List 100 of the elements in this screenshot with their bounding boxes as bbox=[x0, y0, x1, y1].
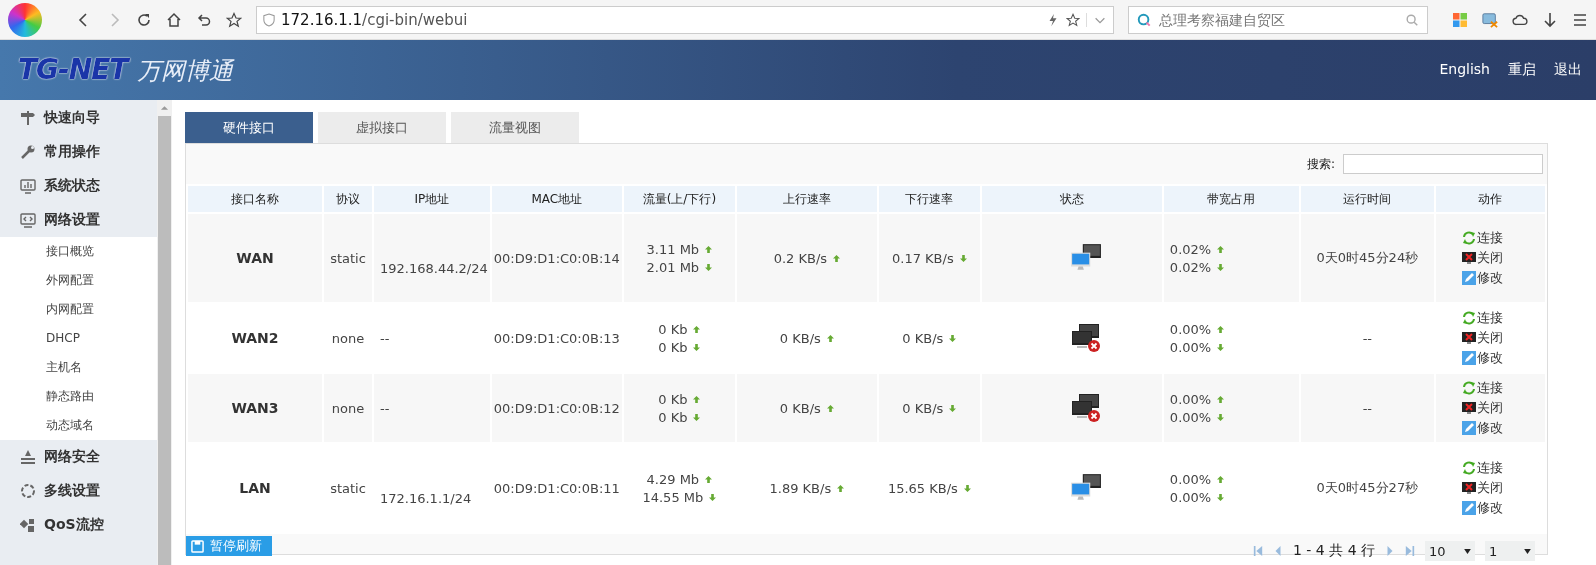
menu-item[interactable]: QoS流控 bbox=[0, 508, 157, 542]
monitor-x-icon bbox=[1461, 401, 1476, 415]
traffic-value: 14.55 Mb bbox=[642, 489, 704, 505]
close-link[interactable]: 关闭 bbox=[1461, 249, 1543, 267]
tab[interactable]: 流量视图 bbox=[451, 112, 579, 143]
close-link[interactable]: 关闭 bbox=[1461, 479, 1543, 497]
rate-value: 1.89 KB/s bbox=[769, 480, 832, 496]
page-size-select[interactable]: 10 bbox=[1425, 541, 1475, 561]
table-cell: -- bbox=[373, 373, 491, 443]
menu-item[interactable]: 多线设置 bbox=[0, 474, 157, 508]
search-icon[interactable] bbox=[1405, 12, 1419, 27]
submenu-item[interactable]: 接口概览 bbox=[0, 237, 157, 266]
traffic-value: 3.11 Mb bbox=[646, 241, 700, 257]
table-cell: 00:D9:D1:C0:0B:11 bbox=[490, 443, 623, 533]
menu-item[interactable]: 网络设置 bbox=[0, 203, 157, 237]
search-field[interactable] bbox=[1343, 154, 1543, 174]
url-path: /cgi-bin/webui bbox=[362, 10, 468, 29]
close-link[interactable]: 关闭 bbox=[1461, 399, 1543, 417]
wrench-icon bbox=[20, 144, 36, 160]
browser-logo-icon[interactable] bbox=[8, 2, 42, 37]
address-bar[interactable]: 172.16.1.1/cgi-bin/webui bbox=[256, 5, 1114, 34]
home-icon[interactable] bbox=[166, 11, 182, 28]
column-header: 接口名称 bbox=[187, 185, 323, 213]
up-arrow-icon bbox=[837, 484, 845, 492]
submenu-item[interactable]: 外网配置 bbox=[0, 266, 157, 295]
rate-value: 15.65 KB/s bbox=[887, 480, 958, 496]
last-page-icon[interactable] bbox=[1405, 545, 1415, 557]
down-arrow-icon bbox=[1217, 493, 1225, 501]
close-link[interactable]: 关闭 bbox=[1461, 329, 1543, 347]
refresh-icon bbox=[1461, 461, 1476, 475]
table-cell: none bbox=[323, 373, 373, 443]
submenu-item[interactable]: 主机名 bbox=[0, 353, 157, 382]
dropdown-icon[interactable] bbox=[1086, 12, 1107, 27]
page-select[interactable]: 1 bbox=[1485, 541, 1535, 561]
connect-link[interactable]: 连接 bbox=[1461, 379, 1543, 397]
edit-link[interactable]: 修改 bbox=[1461, 349, 1543, 367]
submenu-item[interactable]: 动态域名 bbox=[0, 411, 157, 440]
rate-value: 0 KB/s bbox=[902, 400, 944, 416]
bandwidth-value: 0.00% bbox=[1169, 321, 1212, 337]
scrollbar[interactable] bbox=[157, 100, 172, 565]
edit-link[interactable]: 修改 bbox=[1461, 269, 1543, 287]
menu-item[interactable]: 网络安全 bbox=[0, 440, 157, 474]
table-cell: -- bbox=[1299, 373, 1435, 443]
menu-item[interactable]: 常用操作 bbox=[0, 135, 157, 169]
table-cell: 0天0时45分27秒 bbox=[1299, 443, 1435, 533]
header-link[interactable]: 重启 bbox=[1508, 61, 1536, 79]
rate-value: 0.17 KB/s bbox=[892, 250, 954, 266]
tab[interactable]: 硬件接口 bbox=[185, 112, 313, 143]
up-arrow-icon bbox=[1217, 245, 1225, 253]
header-link[interactable]: 退出 bbox=[1554, 61, 1582, 79]
column-header: 运行时间 bbox=[1299, 185, 1435, 213]
dropdown-arrow-icon bbox=[1524, 548, 1531, 554]
menu-item[interactable]: 系统状态 bbox=[0, 169, 157, 203]
monitor-code-icon bbox=[20, 212, 36, 228]
column-header: IP地址 bbox=[373, 185, 491, 213]
header-link[interactable]: English bbox=[1439, 61, 1490, 79]
edit-link[interactable]: 修改 bbox=[1461, 499, 1543, 517]
next-page-icon[interactable] bbox=[1385, 545, 1395, 557]
connect-link[interactable]: 连接 bbox=[1461, 459, 1543, 477]
connect-link[interactable]: 连接 bbox=[1461, 309, 1543, 327]
first-page-icon[interactable] bbox=[1252, 545, 1263, 557]
submenu-item[interactable]: DHCP bbox=[0, 324, 157, 353]
firewall-icon bbox=[20, 449, 36, 465]
table-cell: -- bbox=[1299, 303, 1435, 373]
edit-link[interactable]: 修改 bbox=[1461, 419, 1543, 437]
bandwidth-value: 0.00% bbox=[1169, 489, 1212, 505]
connect-link[interactable]: 连接 bbox=[1461, 229, 1543, 247]
table-cell: 00:D9:D1:C0:0B:14 bbox=[490, 213, 623, 303]
down-arrow-icon bbox=[705, 263, 713, 271]
down-arrow-icon bbox=[949, 404, 957, 412]
down-arrow-icon bbox=[963, 484, 971, 492]
screenshot-icon[interactable] bbox=[1482, 11, 1498, 28]
submenu-item[interactable]: 内网配置 bbox=[0, 295, 157, 324]
column-header: 协议 bbox=[323, 185, 373, 213]
bandwidth-value: 0.02% bbox=[1169, 241, 1212, 257]
down-arrow-icon bbox=[959, 254, 967, 262]
bandwidth-value: 0.02% bbox=[1169, 259, 1212, 275]
undo-icon[interactable] bbox=[196, 11, 212, 28]
apps-icon[interactable] bbox=[1452, 11, 1468, 28]
bandwidth-value: 0.00% bbox=[1169, 391, 1212, 407]
star-icon[interactable] bbox=[1066, 12, 1080, 27]
traffic-value: 4.29 Mb bbox=[646, 471, 700, 487]
pencil-icon bbox=[1461, 271, 1476, 285]
menu-icon[interactable] bbox=[1572, 11, 1588, 28]
column-header: 状态 bbox=[980, 185, 1163, 213]
download-icon[interactable] bbox=[1542, 11, 1558, 28]
monitor-x-icon bbox=[1461, 331, 1476, 345]
up-arrow-icon bbox=[833, 254, 841, 262]
submenu-item[interactable]: 静态路由 bbox=[0, 382, 157, 411]
refresh-icon bbox=[1461, 231, 1476, 245]
down-arrow-icon bbox=[709, 493, 717, 501]
scroll-up-icon[interactable] bbox=[160, 105, 169, 111]
refresh-icon bbox=[1461, 381, 1476, 395]
up-arrow-icon bbox=[1217, 395, 1225, 403]
menu-item[interactable]: 快速向导 bbox=[0, 101, 157, 135]
search-label: 搜索: bbox=[1306, 155, 1335, 173]
star-icon[interactable] bbox=[226, 11, 242, 28]
reload-icon[interactable] bbox=[136, 11, 152, 28]
tab[interactable]: 虚拟接口 bbox=[318, 112, 446, 143]
search-bar[interactable]: 总理考察福建自贸区 bbox=[1128, 5, 1428, 34]
